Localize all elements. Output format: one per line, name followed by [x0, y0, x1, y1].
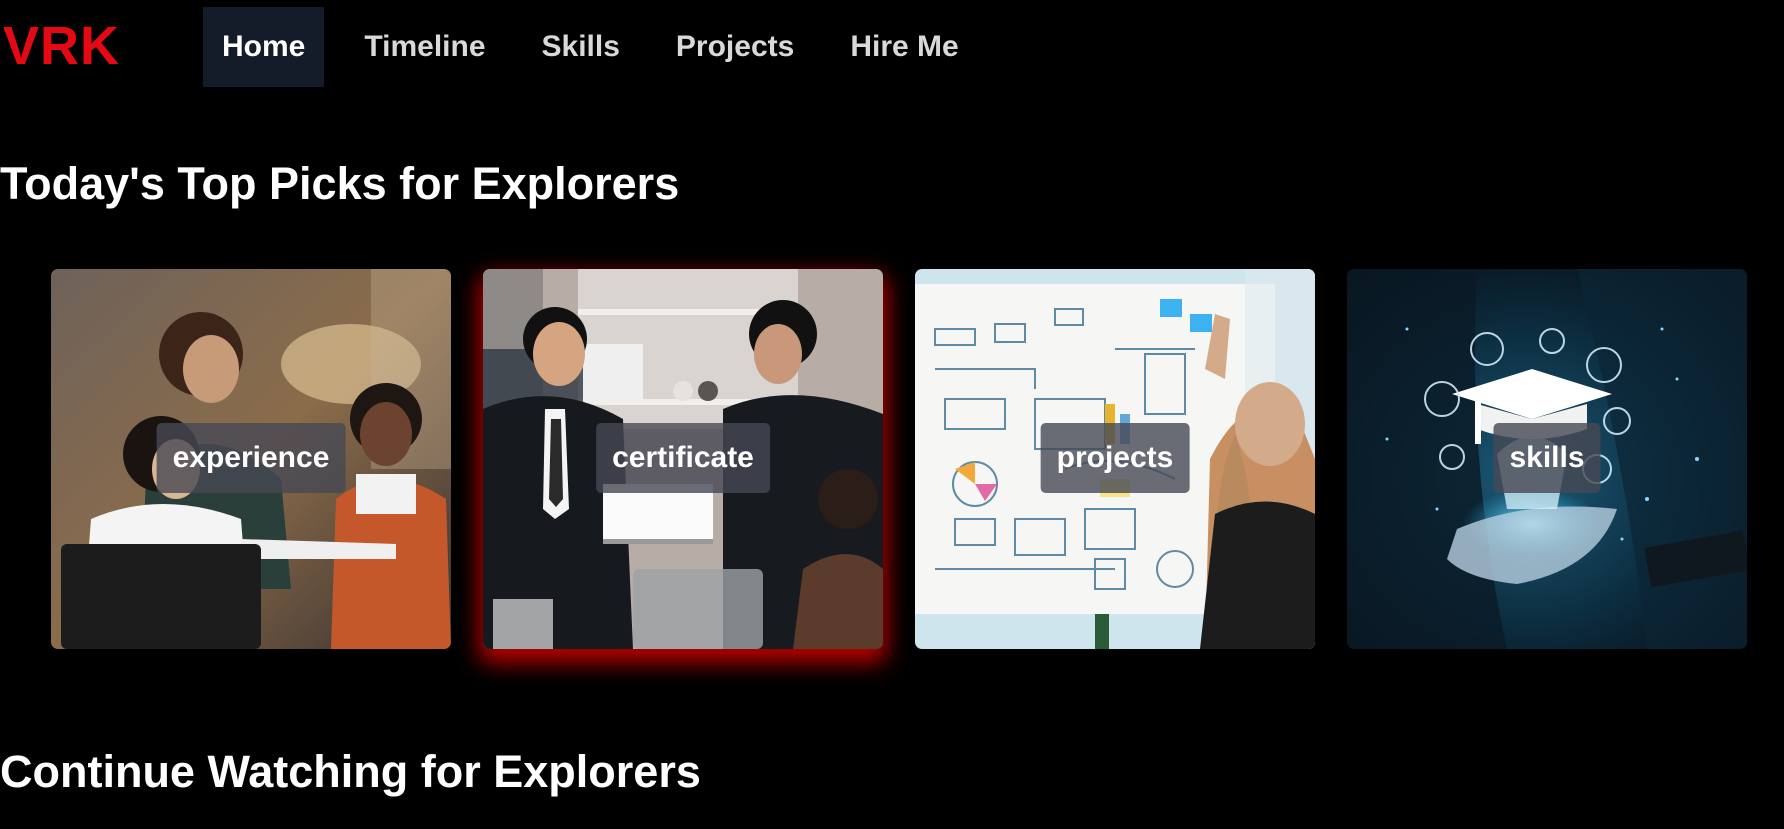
card-skills[interactable]: skills [1347, 269, 1747, 649]
card-label: experience [156, 423, 346, 493]
nav-skills[interactable]: Skills [523, 7, 639, 87]
nav-projects[interactable]: Projects [657, 7, 813, 87]
card-projects[interactable]: projects [915, 269, 1315, 649]
card-label: projects [1040, 423, 1190, 493]
continue-watching-title: Continue Watching for Explorers [0, 746, 701, 797]
card-certificate[interactable]: certificate [483, 269, 883, 649]
card-experience[interactable]: experience [51, 269, 451, 649]
top-picks-row: experience certificate projects skills [51, 269, 1779, 649]
card-label: skills [1493, 423, 1601, 493]
nav-timeline[interactable]: Timeline [345, 7, 504, 87]
top-picks-title: Today's Top Picks for Explorers [0, 158, 680, 209]
card-label: certificate [596, 423, 770, 493]
nav-home[interactable]: Home [203, 7, 325, 87]
nav-links: Home Timeline Skills Projects Hire Me [203, 7, 996, 87]
navbar: VRK Home Timeline Skills Projects Hire M… [0, 0, 1784, 96]
site-logo[interactable]: VRK [3, 14, 120, 78]
nav-hire-me[interactable]: Hire Me [831, 7, 977, 87]
